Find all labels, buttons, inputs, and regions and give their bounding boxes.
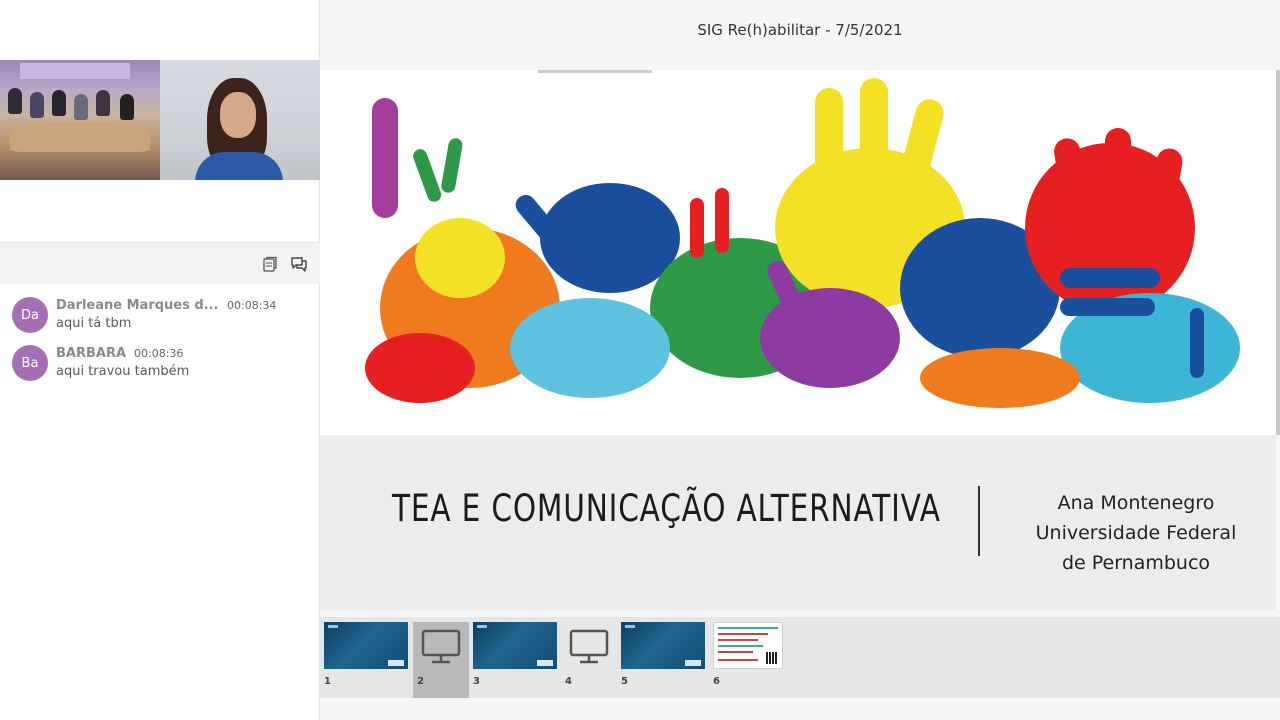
thumbnail-number: 6 — [713, 676, 720, 687]
thumbnail-number: 3 — [473, 676, 480, 687]
slide-scrollbar[interactable] — [1276, 70, 1280, 435]
thumbnail-number: 1 — [324, 676, 331, 687]
message-text: aqui travou também — [56, 364, 190, 379]
video-tile-presenter[interactable] — [160, 60, 320, 180]
thumbnail-slide-5[interactable]: 5 — [617, 622, 709, 698]
thumbnail-slide-2[interactable]: 2 — [413, 622, 469, 698]
chat-bubbles-icon[interactable] — [290, 255, 308, 273]
message-author: BARBARA — [56, 346, 127, 361]
thumbnail-number: 5 — [621, 676, 628, 687]
avatar: Ba — [12, 345, 48, 381]
thumbnail-slide-6[interactable]: 6 — [709, 622, 789, 698]
slide-tab-indicator — [538, 70, 652, 73]
message-time: 00:08:36 — [134, 347, 184, 360]
thumbnail-slide-3[interactable]: 3 — [469, 622, 561, 698]
author-name: Ana Montenegro — [1057, 492, 1215, 514]
message-author: Darleane Marques d... — [56, 298, 219, 313]
author-institution-location: de Pernambuco — [1061, 552, 1211, 574]
copy-icon[interactable] — [261, 255, 279, 273]
left-panel: Da Darleane Marques d... 00:08:34 aqui t… — [0, 0, 320, 720]
slide-title: TEA E COMUNICAÇÃO ALTERNATIVA — [392, 487, 941, 530]
message-text: aqui tá tbm — [56, 316, 132, 331]
meeting-title: SIG Re(h)abilitar - 7/5/2021 — [697, 21, 903, 39]
presentation-area: SIG Re(h)abilitar - 7/5/2021 TEA E COMUN… — [320, 0, 1280, 720]
monitor-icon — [421, 629, 461, 664]
slide-divider — [978, 486, 980, 556]
monitor-icon — [569, 629, 609, 664]
chat-message: Ba BARBARA 00:08:36 aqui travou também — [12, 345, 312, 385]
slide-author: Ana Montenegro Universidade Federal de P… — [1020, 488, 1252, 578]
colorful-hands-illustration — [365, 78, 1240, 408]
presentation-slide: TEA E COMUNICAÇÃO ALTERNATIVA Ana Monten… — [320, 70, 1276, 610]
video-tiles — [0, 60, 320, 180]
author-institution: Universidade Federal — [1035, 522, 1237, 544]
chat-message: Da Darleane Marques d... 00:08:34 aqui t… — [12, 297, 312, 337]
message-time: 00:08:34 — [227, 299, 277, 312]
thumbnail-number: 2 — [417, 676, 424, 687]
thumbnail-number: 4 — [565, 676, 572, 687]
thumbnail-slide-4[interactable]: 4 — [561, 622, 617, 698]
thumbnail-slide-1[interactable]: 1 — [320, 622, 412, 698]
video-tile-room[interactable] — [0, 60, 160, 180]
conference-app: Da Darleane Marques d... 00:08:34 aqui t… — [0, 0, 1280, 720]
slide-thumbnail-strip: 1 2 3 4 5 6 — [320, 617, 1280, 698]
avatar: Da — [12, 297, 48, 333]
chat-toolbar — [0, 242, 320, 284]
